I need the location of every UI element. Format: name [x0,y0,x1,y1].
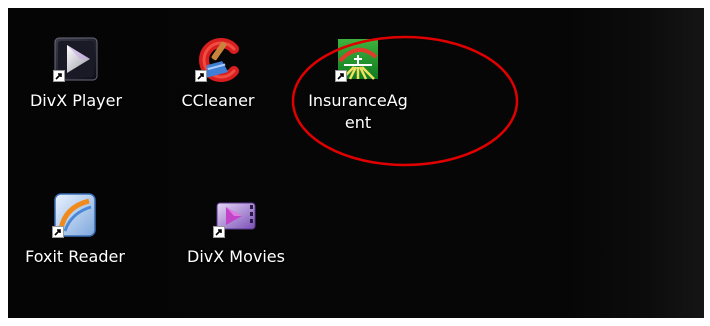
desktop-icon-label: DivX Player [29,91,123,110]
desktop-icon-label: CCleaner [181,91,255,110]
insurance-agent-icon [334,35,382,83]
shortcut-arrow-icon [335,70,347,82]
desktop-icon-foxit-reader[interactable]: Foxit Reader [15,191,135,268]
desktop-icon-label: DivX Movies [187,247,285,266]
shortcut-arrow-icon [195,70,207,82]
ccleaner-icon [194,35,242,83]
desktop-icon-divx-player[interactable]: DivX Player [16,35,136,112]
desktop-icon-label: Foxit Reader [25,247,125,266]
desktop-icon-label: InsuranceAgent [308,91,408,132]
shortcut-arrow-icon [52,226,64,238]
desktop-icon-insurance-agent[interactable]: InsuranceAgent [298,35,418,134]
desktop-icon-divx-movies[interactable]: DivX Movies [176,191,296,268]
desktop: DivX Player CCleaner InsuranceAgent Foxi… [8,8,704,318]
shortcut-arrow-icon [53,70,65,82]
foxit-reader-icon [51,191,99,239]
divx-player-icon [52,35,100,83]
desktop-icon-ccleaner[interactable]: CCleaner [158,35,278,112]
shortcut-arrow-icon [213,226,225,238]
divx-movies-icon [212,191,260,239]
